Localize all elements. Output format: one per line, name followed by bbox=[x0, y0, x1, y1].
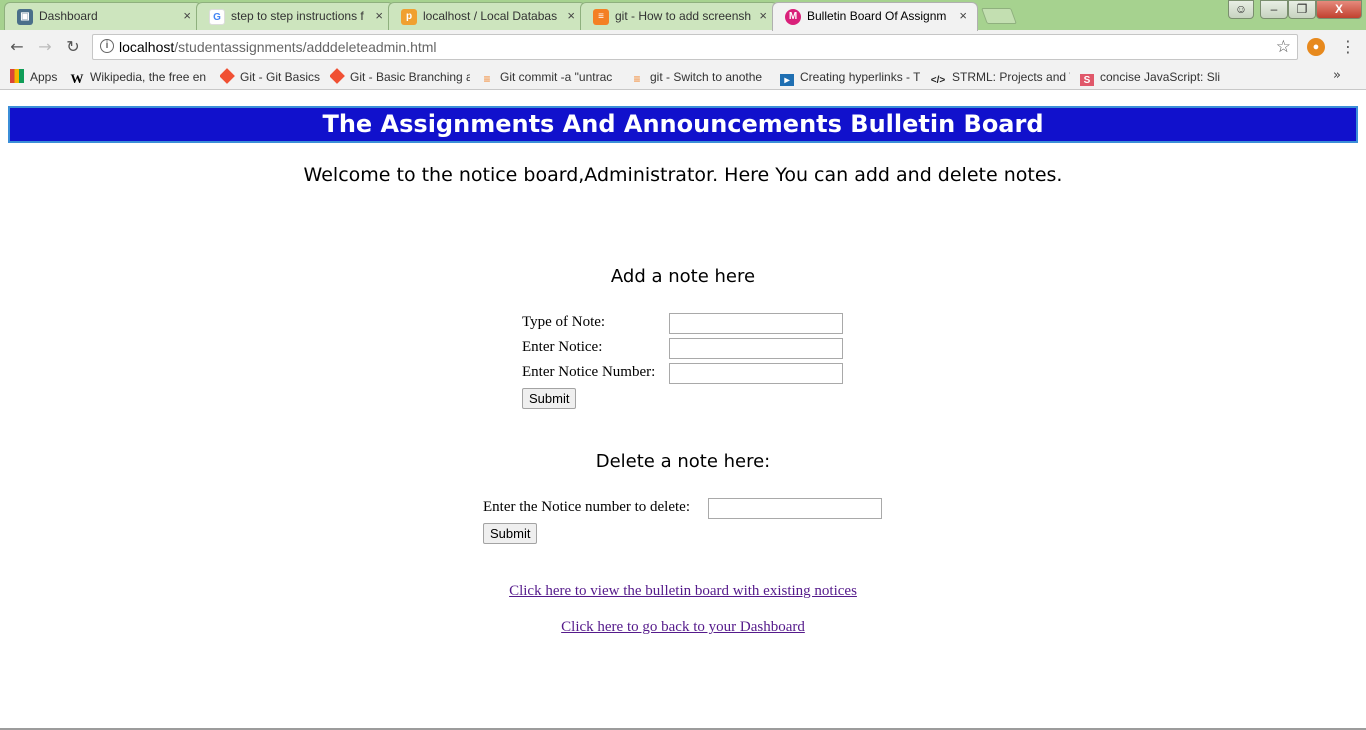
minimize-button[interactable]: – bbox=[1260, 0, 1288, 19]
url-path: /studentassignments/adddeleteadmin.html bbox=[174, 39, 437, 55]
back-arrow-icon[interactable]: ← bbox=[6, 36, 28, 58]
bookmark-label: Git commit -a "untrac bbox=[500, 70, 613, 84]
type-of-note-label: Type of Note: bbox=[522, 314, 606, 330]
tab-dashboard[interactable]: ▣ Dashboard × bbox=[4, 2, 202, 30]
close-icon[interactable]: × bbox=[959, 8, 967, 23]
git-icon bbox=[330, 68, 345, 84]
tab-strip: ▣ Dashboard × G step to step instruction… bbox=[0, 0, 1366, 31]
stackoverflow-icon: ≡ bbox=[633, 72, 641, 86]
tab-stackoverflow[interactable]: ≡ git - How to add screensh × bbox=[580, 2, 778, 30]
new-tab-button[interactable] bbox=[981, 8, 1017, 24]
address-bar[interactable]: i localhost/studentassignments/adddelete… bbox=[92, 34, 1298, 60]
tab-title: step to step instructions f bbox=[231, 9, 364, 23]
bookmark-label: Apps bbox=[30, 70, 58, 84]
git-icon bbox=[220, 68, 235, 84]
enter-notice-label: Enter Notice: bbox=[522, 339, 603, 355]
close-window-button[interactable]: X bbox=[1316, 0, 1362, 19]
bookmarks-bar: Apps W Wikipedia, the free en Git - Git B… bbox=[0, 64, 1366, 90]
url-text: localhost/studentassignments/adddeletead… bbox=[119, 39, 437, 55]
tab-title: localhost / Local Databas bbox=[423, 9, 558, 23]
dashboard-link-row: Click here to go back to your Dashboard bbox=[0, 619, 1366, 636]
menu-icon[interactable]: ⋮ bbox=[1340, 37, 1356, 56]
welcome-message: Welcome to the notice board,Administrato… bbox=[303, 164, 1063, 186]
bookmark-label: Git - Basic Branching a bbox=[350, 70, 470, 84]
code-icon: </> bbox=[930, 75, 946, 86]
bookmark-label: git - Switch to anothe bbox=[650, 70, 763, 84]
close-icon[interactable]: × bbox=[567, 8, 575, 23]
notice-number-input[interactable] bbox=[669, 363, 843, 384]
page-content: The Assignments And Announcements Bullet… bbox=[0, 90, 1366, 730]
stackoverflow-icon: ≡ bbox=[593, 9, 609, 25]
add-note-heading: Add a note here bbox=[610, 266, 756, 287]
tab-phpmyadmin[interactable]: p localhost / Local Databas × bbox=[388, 2, 586, 30]
bookmark-strml[interactable]: </> STRML: Projects and W bbox=[930, 68, 1070, 86]
view-board-link-row: Click here to view the bulletin board wi… bbox=[0, 583, 1366, 600]
phpmyadmin-icon: p bbox=[401, 9, 417, 25]
notice-number-label: Enter Notice Number: bbox=[522, 364, 656, 380]
bookmark-label: STRML: Projects and W bbox=[952, 70, 1070, 84]
extension-icon[interactable]: ● bbox=[1307, 38, 1325, 56]
tab-title: Dashboard bbox=[39, 9, 98, 23]
delete-submit-button[interactable]: Submit bbox=[483, 523, 538, 544]
info-icon[interactable]: i bbox=[100, 39, 114, 53]
add-submit-button[interactable]: Submit bbox=[522, 388, 577, 409]
dashboard-icon: ▣ bbox=[17, 9, 33, 25]
close-icon[interactable]: × bbox=[759, 8, 767, 23]
reload-icon[interactable]: ↻ bbox=[62, 36, 84, 58]
delete-note-heading: Delete a note here: bbox=[595, 451, 771, 472]
tab-title: Bulletin Board Of Assignm bbox=[807, 9, 947, 23]
bookmark-concise-js[interactable]: Sconcise JavaScript: Sli bbox=[1080, 68, 1220, 86]
url-host: localhost bbox=[119, 39, 175, 55]
bookmark-wikipedia[interactable]: W Wikipedia, the free en bbox=[70, 68, 210, 86]
bookmark-label: concise JavaScript: Sli bbox=[1100, 70, 1220, 84]
tab-bulletin-board[interactable]: M Bulletin Board Of Assignm × bbox=[772, 2, 978, 31]
dashboard-link[interactable]: Click here to go back to your Dashboard bbox=[561, 619, 805, 635]
bookmark-apps[interactable]: Apps bbox=[10, 68, 70, 86]
wikipedia-icon: W bbox=[70, 71, 84, 86]
view-board-link[interactable]: Click here to view the bulletin board wi… bbox=[509, 583, 857, 599]
bookmark-label: Creating hyperlinks - T bbox=[800, 70, 920, 84]
bookmark-label: Git - Git Basics bbox=[240, 70, 321, 84]
slides-icon: S bbox=[1080, 74, 1094, 86]
bookmark-hyperlinks[interactable]: ▸ Creating hyperlinks - T bbox=[780, 68, 920, 86]
apps-icon bbox=[10, 69, 24, 83]
type-of-note-input[interactable] bbox=[669, 313, 843, 334]
hyperlink-icon: ▸ bbox=[780, 74, 794, 86]
tab-title: git - How to add screensh bbox=[615, 9, 751, 23]
page-title: The Assignments And Announcements Bullet… bbox=[8, 106, 1358, 143]
close-icon[interactable]: × bbox=[375, 8, 383, 23]
google-icon: G bbox=[209, 9, 225, 25]
forward-arrow-icon[interactable]: → bbox=[34, 36, 56, 58]
tab-google-search[interactable]: G step to step instructions f × bbox=[196, 2, 394, 30]
maximize-button[interactable]: ❐ bbox=[1288, 0, 1316, 19]
close-icon[interactable]: × bbox=[183, 8, 191, 23]
delete-number-input[interactable] bbox=[708, 498, 882, 519]
bookmark-git-basics[interactable]: Git - Git Basics bbox=[220, 68, 324, 86]
stackoverflow-icon: ≡ bbox=[483, 72, 491, 86]
bookmark-git-switch[interactable]: ≡ git - Switch to anothe bbox=[630, 68, 770, 86]
delete-number-label: Enter the Notice number to delete: bbox=[483, 499, 691, 515]
user-icon[interactable]: ☺ bbox=[1228, 0, 1254, 19]
enter-notice-input[interactable] bbox=[669, 338, 843, 359]
bookmarks-overflow-icon[interactable]: » bbox=[1333, 68, 1341, 83]
bulletin-icon: M bbox=[785, 9, 801, 25]
bookmark-star-icon[interactable]: ☆ bbox=[1276, 37, 1291, 57]
bookmark-git-commit[interactable]: ≡ Git commit -a "untrac bbox=[480, 68, 620, 86]
bookmark-git-branching[interactable]: Git - Basic Branching a bbox=[330, 68, 470, 86]
browser-toolbar: ← → ↻ i localhost/studentassignments/add… bbox=[0, 30, 1366, 64]
bookmark-label: Wikipedia, the free en bbox=[90, 70, 207, 84]
